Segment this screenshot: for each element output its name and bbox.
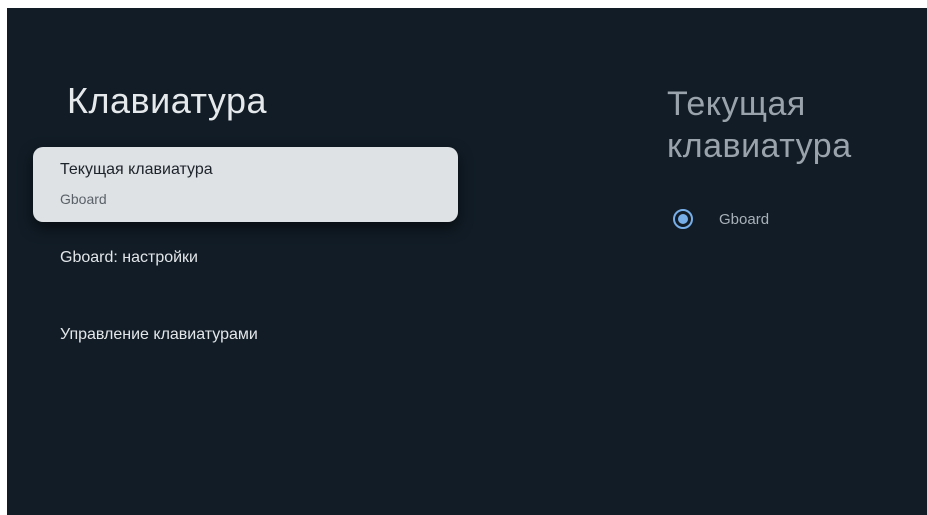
menu-item-sublabel: Gboard [60,191,107,207]
menu-item-current-keyboard[interactable]: Текущая клавиатура Gboard [33,147,458,222]
radio-checked-icon[interactable] [673,209,693,229]
keyboard-option-label: Gboard [719,210,770,228]
menu-item-label: Текущая клавиатура [60,161,213,178]
page-title: Клавиатура [67,80,267,121]
radio-dot [678,214,688,224]
tv-settings-screen: Клавиатура Текущая клавиатура Gboard Gbo… [7,8,927,515]
menu-item-label: Gboard: настройки [60,249,198,266]
menu-item-label: Управление клавиатурами [60,326,258,343]
menu-item-manage-keyboards[interactable]: Управление клавиатурами [33,326,458,344]
detail-panel-title: Текущая клавиатура [667,85,852,165]
menu-item-gboard-settings[interactable]: Gboard: настройки [33,249,458,267]
keyboard-option-gboard[interactable]: Gboard [673,206,769,232]
